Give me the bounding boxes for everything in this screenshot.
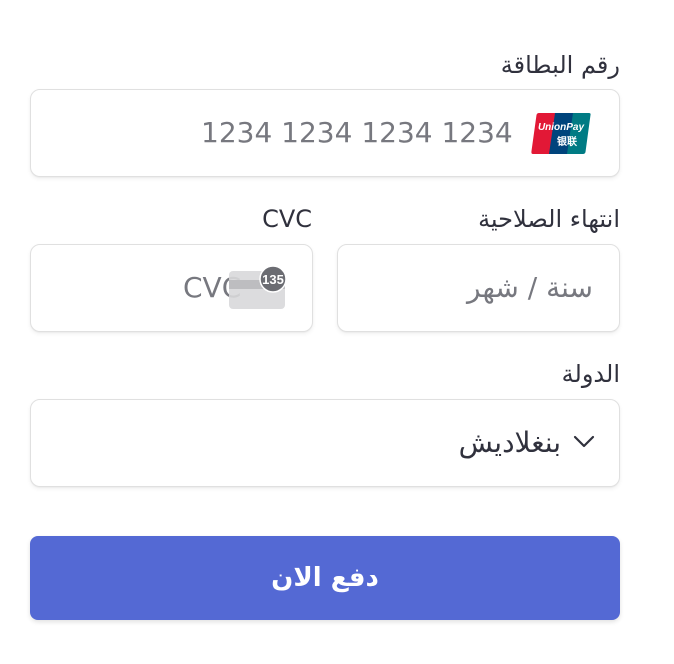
expiry-label: انتهاء الصلاحية [478, 205, 620, 233]
expiry-placeholder: سنة / شهر [467, 271, 593, 304]
cvc-card-icon: 135 [227, 265, 289, 311]
chevron-down-icon [573, 434, 595, 450]
card-number-field[interactable]: 1234 1234 1234 1234 UnionPay 银联 [30, 89, 620, 177]
cvc-hint-badge: 135 [262, 272, 284, 287]
pay-now-label: دفع الان [271, 563, 379, 593]
country-select[interactable]: بنغلاديش [30, 399, 620, 487]
unionpay-logo-icon: UnionPay 银联 [531, 112, 591, 155]
country-label: الدولة [561, 360, 620, 388]
cvc-field[interactable]: CVC 135 [30, 244, 313, 332]
unionpay-top-text: UnionPay [538, 122, 585, 133]
cvc-label: CVC [262, 205, 312, 233]
unionpay-bottom-text: 银联 [557, 135, 577, 148]
country-value: بنغلاديش [458, 426, 561, 459]
pay-now-button[interactable]: دفع الان [30, 536, 620, 620]
card-number-label: رقم البطاقة [500, 51, 620, 79]
expiry-field[interactable]: سنة / شهر [337, 244, 620, 332]
card-number-placeholder: 1234 1234 1234 1234 [201, 116, 513, 149]
